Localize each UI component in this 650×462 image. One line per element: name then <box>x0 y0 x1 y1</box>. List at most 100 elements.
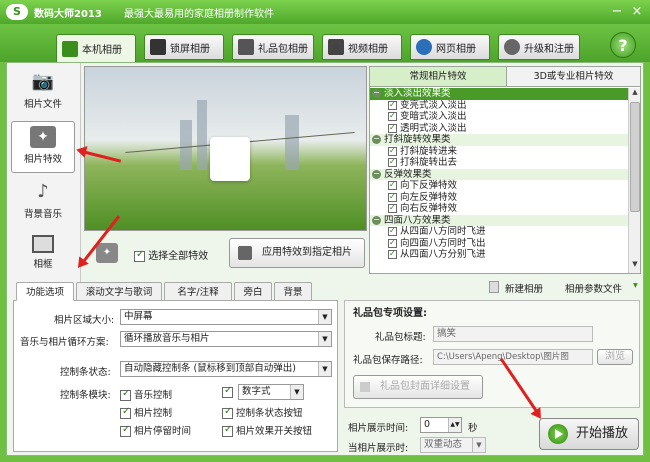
tab-background[interactable]: 背景 <box>274 282 312 301</box>
effects-scrollbar[interactable]: ▲ ▼ <box>628 88 640 273</box>
effect-category[interactable]: − 四面八方效果类 <box>370 214 628 226</box>
checkbox[interactable] <box>388 110 397 122</box>
chevron-down-icon[interactable]: ▼ <box>318 310 331 324</box>
minimize-button[interactable]: − <box>608 3 626 20</box>
tab-local-album[interactable]: 本机相册 <box>56 34 136 62</box>
sidebar-item-photo-effects[interactable]: ✦ 相片特效 <box>11 121 75 173</box>
checkbox[interactable] <box>120 406 131 419</box>
display-mode-select[interactable]: 双重动态 ▼ <box>420 437 486 453</box>
display-time-input[interactable]: 0 ▲▼ <box>420 417 462 433</box>
sidebar: 📷 相片文件 ✦ 相片特效 ♪ 背景音乐 相框 <box>7 63 81 295</box>
photo-area-value: 中屏幕 <box>124 311 153 322</box>
sidebar-item-photo-frame[interactable]: 相框 <box>11 231 75 283</box>
effect-label: 打斜旋转进来 <box>400 145 458 157</box>
module-effect-toggle-button[interactable]: 相片效果开关按钮 <box>222 423 312 437</box>
control-bar-state-select[interactable]: 自动隐藏控制条 (鼠标移到顶部自动弹出) ▼ <box>120 361 332 377</box>
gift-title-input[interactable]: 搞笑 <box>433 326 593 342</box>
checkbox[interactable] <box>388 202 397 214</box>
select-all-checkbox[interactable] <box>134 249 145 262</box>
collapse-icon[interactable]: − <box>372 215 381 225</box>
effect-item[interactable]: 向右反弹特效 <box>370 202 628 215</box>
checkbox[interactable] <box>388 156 397 168</box>
collapse-icon[interactable]: − <box>372 89 381 98</box>
save-path-input[interactable]: C:\Users\Apeng\Desktop\图片图 <box>433 349 593 365</box>
app-title: 数码大师2013 <box>34 9 102 20</box>
effect-label: 四面八方效果类 <box>384 214 451 226</box>
checkbox[interactable] <box>388 99 397 110</box>
collapse-icon[interactable]: − <box>372 169 381 179</box>
sidebar-item-background-music[interactable]: ♪ 背景音乐 <box>11 177 75 229</box>
effect-item[interactable]: 从四面八方同时飞进 <box>370 225 628 238</box>
scroll-thumb[interactable] <box>630 102 640 212</box>
module-photo-duration[interactable]: 相片停留时间 <box>120 423 191 437</box>
collapse-icon[interactable]: − <box>372 135 381 144</box>
tab-upgrade-register[interactable]: 升级和注册 <box>498 34 580 60</box>
checkbox[interactable] <box>222 424 233 437</box>
effect-label: 反弹效果类 <box>384 168 432 180</box>
checkbox[interactable] <box>388 145 397 156</box>
album-params-button[interactable]: 相册参数文件 <box>565 281 622 295</box>
effect-item[interactable]: 打斜旋转出去 <box>370 156 628 169</box>
effect-category[interactable]: − 反弹效果类 <box>370 168 628 180</box>
tab-regular-effects[interactable]: 常规相片特效 <box>370 67 506 87</box>
music-note-icon: ♪ <box>37 181 49 202</box>
checkbox[interactable] <box>120 424 131 437</box>
checkbox[interactable] <box>222 385 233 398</box>
effect-item[interactable]: 透明式淡入淡出 <box>370 122 628 135</box>
checkbox[interactable] <box>388 191 397 202</box>
module-music-control[interactable]: 音乐控制 <box>120 387 172 401</box>
tab-gift-album[interactable]: 礼品包相册 <box>232 34 314 60</box>
tab-web-album[interactable]: 网页相册 <box>410 34 490 60</box>
checkbox[interactable] <box>388 225 397 237</box>
checkbox[interactable] <box>388 248 397 260</box>
scroll-down-icon[interactable]: ▼ <box>630 260 640 272</box>
module-label: 相片控制 <box>134 408 173 419</box>
tab-scroll-text-lyrics[interactable]: 滚动文字与歌词 <box>76 282 162 301</box>
chevron-down-icon[interactable]: ▾ <box>633 280 638 291</box>
checkbox[interactable] <box>388 179 397 191</box>
module-photo-control[interactable]: 相片控制 <box>120 405 172 419</box>
effect-item[interactable]: 向左反弹特效 <box>370 191 628 204</box>
module-control-bar-state-button[interactable]: 控制条状态按钮 <box>222 405 303 419</box>
checkbox[interactable] <box>222 406 233 419</box>
sidebar-item-photo-files[interactable]: 📷 相片文件 <box>11 67 75 119</box>
effect-item[interactable]: 从四面八方分别飞进 <box>370 248 628 261</box>
tab-name-notes[interactable]: 名字/注释 <box>164 282 232 301</box>
checkbox[interactable] <box>388 122 397 133</box>
browse-button[interactable]: 浏览 <box>597 349 633 365</box>
start-playback-button[interactable]: 开始播放 <box>539 418 639 450</box>
tab-function-options[interactable]: 功能选项 <box>16 282 74 301</box>
new-album-button[interactable]: 新建相册 <box>505 281 543 295</box>
tab-lockscreen-album[interactable]: 锁屏相册 <box>144 34 224 60</box>
effect-item[interactable]: 向四面八方同时飞出 <box>370 237 628 250</box>
effect-item[interactable]: 打斜旋转进来 <box>370 145 628 158</box>
loop-scheme-select[interactable]: 循环播放音乐与相片 ▼ <box>120 331 332 347</box>
chevron-down-icon[interactable]: ▼ <box>290 385 303 399</box>
scroll-up-icon[interactable]: ▲ <box>630 88 640 100</box>
close-button[interactable]: × <box>628 3 646 20</box>
chevron-down-icon[interactable]: ▼ <box>318 332 331 346</box>
gift-cover-settings-button[interactable]: 礼品包封面详细设置 <box>353 375 483 399</box>
digital-style-select[interactable]: 数字式 ▼ <box>238 384 304 400</box>
display-time-label: 相片展示时间: <box>348 423 409 434</box>
tab-narration[interactable]: 旁白 <box>234 282 272 301</box>
sidebar-item-label: 相片文件 <box>23 99 62 110</box>
effect-category[interactable]: − 淡入淡出效果类 <box>370 88 628 100</box>
tab-video-album[interactable]: 视频相册 <box>322 34 402 60</box>
effect-item[interactable]: 变亮式淡入淡出 <box>370 99 628 112</box>
select-all-effects[interactable]: 选择全部特效 <box>134 247 208 262</box>
effect-category[interactable]: − 打斜旋转效果类 <box>370 134 628 146</box>
tab-3d-effects[interactable]: 3D或专业相片特效 <box>506 67 640 87</box>
stepper-icon[interactable]: ▲▼ <box>448 418 461 432</box>
module-digital[interactable] <box>222 385 233 398</box>
checkbox[interactable] <box>388 237 397 248</box>
apply-effect-to-photo-button[interactable]: 应用特效到指定相片 <box>229 238 365 268</box>
photo-area-select[interactable]: 中屏幕 ▼ <box>120 309 332 325</box>
checkbox[interactable] <box>120 388 131 401</box>
effect-item[interactable]: 变暗式淡入淡出 <box>370 110 628 123</box>
effect-item[interactable]: 向下反弹特效 <box>370 179 628 192</box>
chevron-down-icon[interactable]: ▼ <box>318 362 331 376</box>
chevron-down-icon[interactable]: ▼ <box>472 438 485 452</box>
top-tab-bar: 本机相册 锁屏相册 礼品包相册 视频相册 网页相册 升级和注册 <box>0 24 650 62</box>
help-button[interactable]: ? <box>610 32 636 58</box>
